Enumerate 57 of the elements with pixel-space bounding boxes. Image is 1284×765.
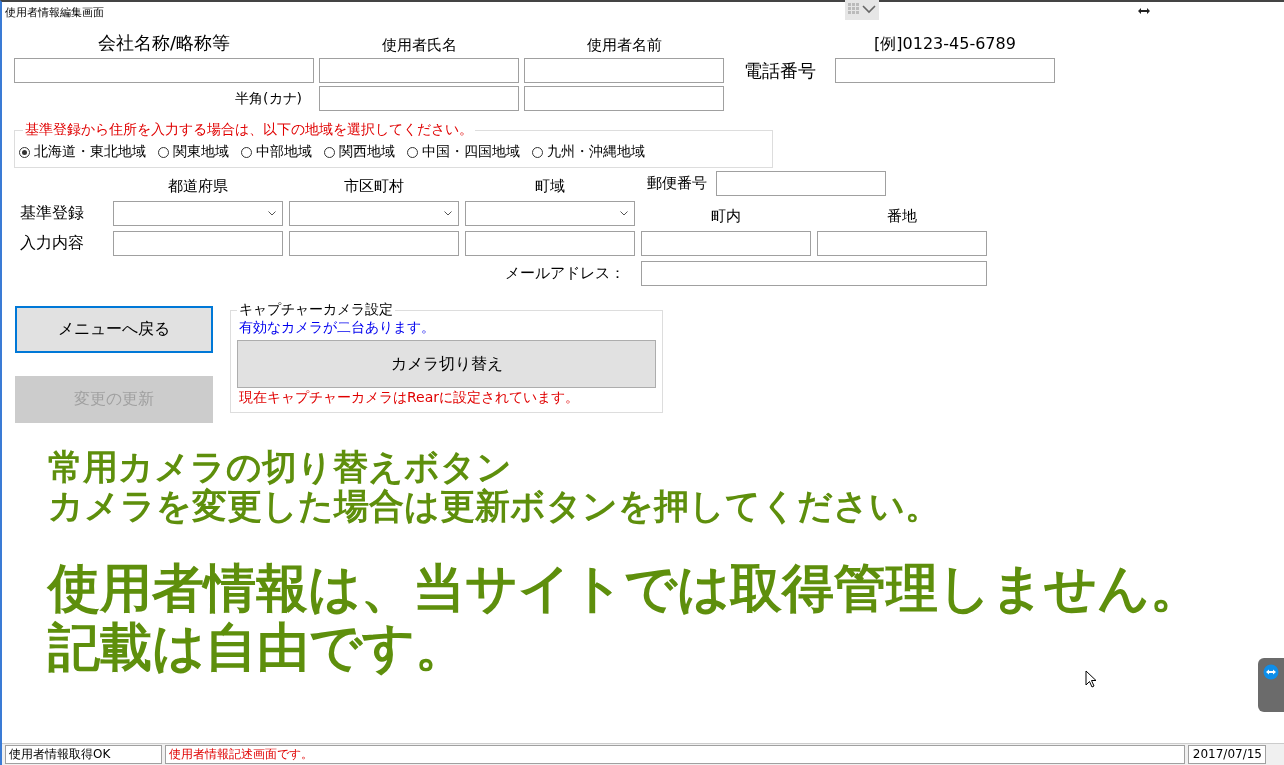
side-panel-tab[interactable] <box>1258 658 1284 712</box>
given-name-field[interactable] <box>524 58 724 83</box>
switch-camera-button[interactable]: カメラ切り替え <box>237 340 656 388</box>
resize-arrows-icon <box>1138 7 1150 15</box>
address-field[interactable] <box>465 231 635 256</box>
phone-label: 電話番号 <box>742 58 817 83</box>
postal-code-label: 郵便番号 <box>646 174 707 193</box>
double-arrow-circle-icon <box>1263 664 1279 680</box>
mouse-pointer-icon <box>1085 670 1097 689</box>
address-field[interactable] <box>817 231 987 256</box>
instruction-text: 常用カメラの切り替えボタン <box>48 446 512 487</box>
radio-label: 中国・四国地域 <box>422 143 520 161</box>
radio-label: 北海道・東北地域 <box>34 143 146 161</box>
camera-status-text: 現在キャプチャーカメラはRearに設定されています。 <box>239 389 581 407</box>
column-heading: 市区町村 <box>343 177 405 196</box>
radio-label: 中部地域 <box>256 143 312 161</box>
radio-label: 関東地域 <box>173 143 229 161</box>
chevron-down-icon <box>444 211 452 216</box>
column-heading: 都道府県 <box>167 177 229 196</box>
status-bar-cell: 使用者情報取得OK <box>5 745 162 764</box>
row-label: 入力内容 <box>19 233 85 254</box>
status-bar-cell: 2017/07/15 <box>1188 745 1266 764</box>
camera-count-text: 有効なカメラが二台あります。 <box>239 319 436 337</box>
dropdown[interactable] <box>113 201 283 226</box>
postal-code-field[interactable] <box>716 171 886 196</box>
company-name-field[interactable] <box>14 58 314 83</box>
address-field[interactable] <box>289 231 459 256</box>
column-heading: 町内 <box>710 207 742 226</box>
phone-example-text: [例]0123-45-6789 <box>873 34 1017 55</box>
status-bar-cell: 使用者情報記述画面です。 <box>165 745 1185 764</box>
radio-label: 九州・沖縄地域 <box>547 143 645 161</box>
dropdown[interactable] <box>465 201 635 226</box>
phone-field[interactable] <box>835 58 1055 83</box>
window-title: 使用者情報編集画面 <box>5 5 104 20</box>
instruction-text: カメラを変更した場合は更新ボタンを押してください。 <box>48 485 940 527</box>
chevron-down-icon <box>620 211 628 216</box>
kana-label: 半角(カナ) <box>234 89 303 108</box>
group-title: キャプチャーカメラ設定 <box>238 301 394 319</box>
email-label: メールアドレス： <box>504 264 626 283</box>
back-to-menu-button[interactable]: メニューへ戻る <box>15 306 213 353</box>
address-field[interactable] <box>641 231 811 256</box>
address-field[interactable] <box>113 231 283 256</box>
column-heading: 会社名称/略称等 <box>96 31 232 55</box>
given-name-kana-field[interactable] <box>524 86 724 111</box>
row-label: 基準登録 <box>19 203 85 224</box>
surname-field[interactable] <box>319 58 519 83</box>
column-heading: 使用者名前 <box>585 36 663 55</box>
dropdown[interactable] <box>289 201 459 226</box>
radio-label: 関西地域 <box>339 143 395 161</box>
column-heading: 使用者氏名 <box>380 36 458 55</box>
region-instruction: 基準登録から住所を入力する場合は、以下の地域を選択してください。 <box>24 121 474 139</box>
chevron-down-icon <box>268 211 276 216</box>
email-field[interactable] <box>641 261 987 286</box>
toolbar-toggle-icon[interactable] <box>845 0 879 20</box>
surname-kana-field[interactable] <box>319 86 519 111</box>
column-heading: 番地 <box>886 207 918 226</box>
column-heading: 町域 <box>534 177 566 196</box>
